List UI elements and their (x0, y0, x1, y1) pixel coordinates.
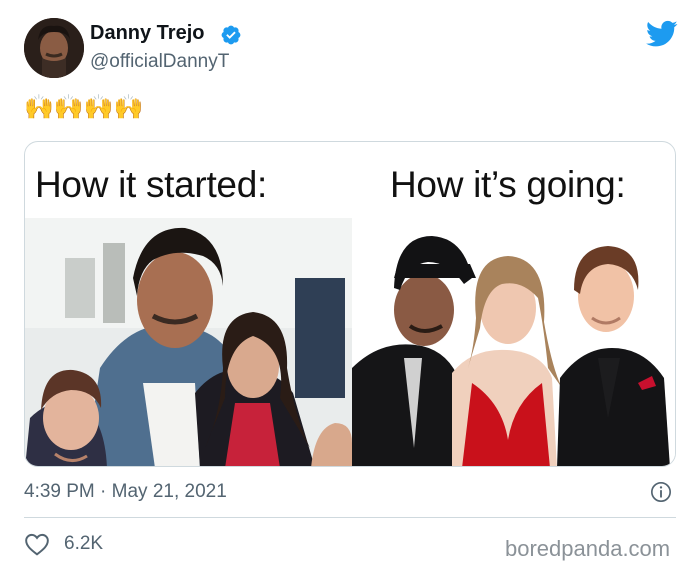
photo-how-it-started (25, 218, 352, 466)
source-watermark: boredpanda.com (505, 536, 671, 561)
tweet-media[interactable]: How it started: How it’s going: (24, 141, 676, 467)
tweet-timestamp[interactable]: 4:39 PM · May 21, 2021 (24, 481, 227, 503)
author-avatar[interactable] (24, 18, 84, 78)
caption-how-its-going: How it’s going: (390, 164, 626, 205)
like-count: 6.2K (64, 533, 104, 554)
twitter-bird-icon[interactable] (646, 20, 678, 48)
photo-how-its-going (352, 218, 675, 466)
author-handle[interactable]: @officialDannyT (90, 51, 229, 73)
heart-icon (25, 533, 49, 556)
info-icon[interactable] (650, 481, 672, 503)
author-name[interactable]: Danny Trejo (90, 22, 204, 45)
like-button[interactable]: 6.2K (24, 531, 103, 557)
caption-how-it-started: How it started: (35, 164, 267, 205)
verified-badge-icon (221, 25, 241, 45)
footer-divider (24, 517, 676, 518)
tweet-text: 🙌🙌🙌🙌 (24, 94, 144, 121)
